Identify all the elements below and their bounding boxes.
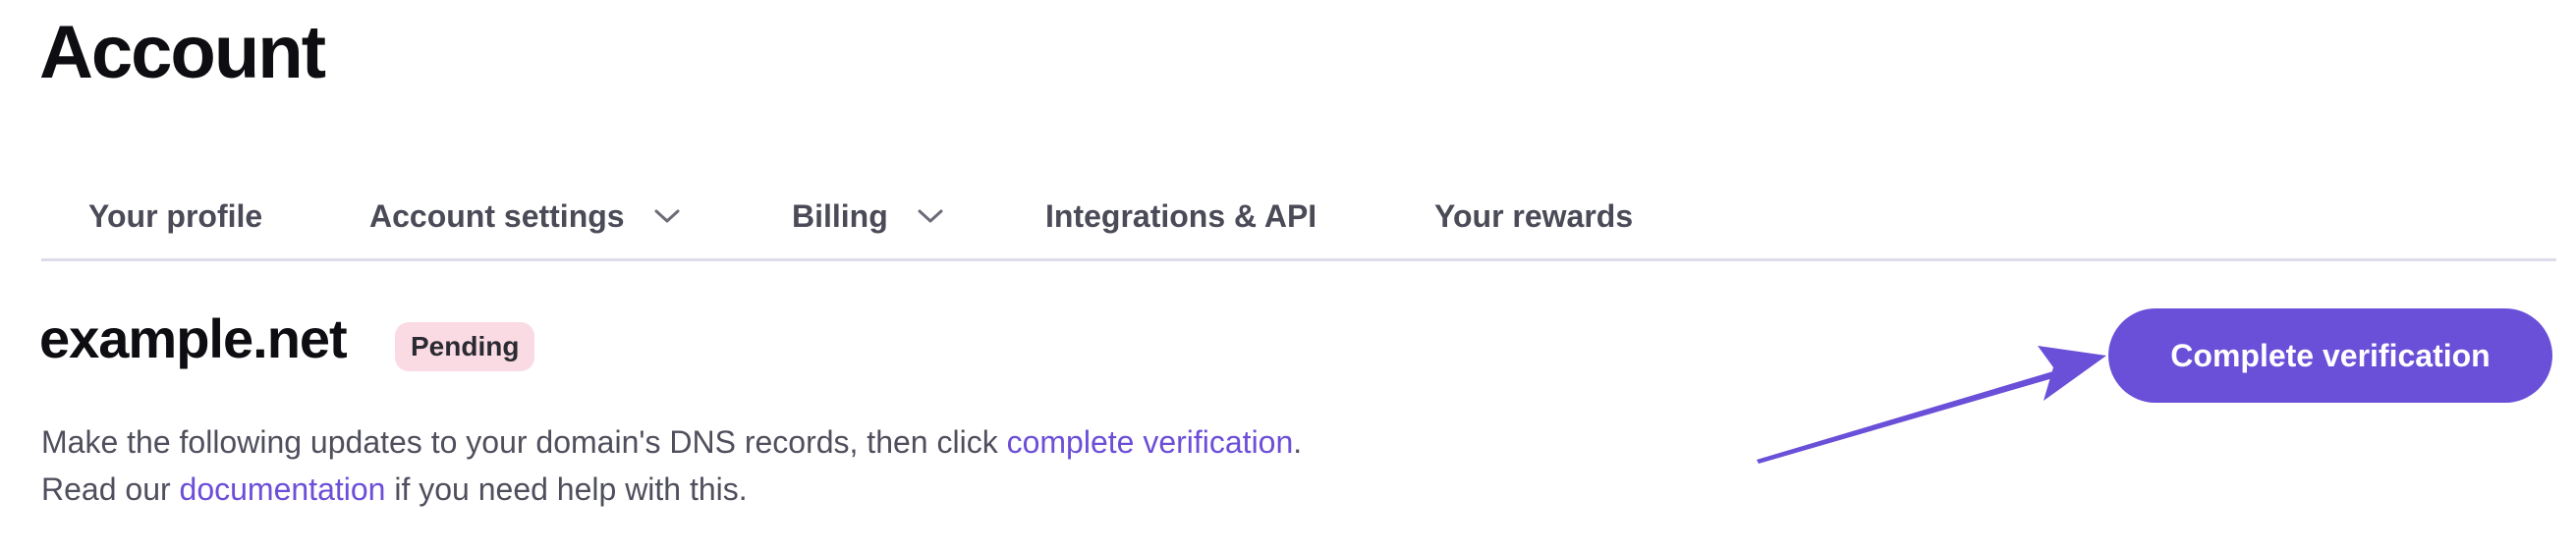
chevron-down-icon-svg [918,209,943,223]
instructions-line-1: Make the following updates to your domai… [41,418,1302,466]
tab-label: Account settings [369,197,625,234]
instructions-text: Make the following updates to your domai… [41,424,1007,460]
page-title: Account [39,11,326,94]
tab-label: Integrations & API [1045,197,1317,234]
arrow-pointer-icon [1757,346,2106,464]
chevron-down-icon [916,201,945,231]
documentation-link[interactable]: documentation [180,471,386,507]
domain-name: example.net [39,307,348,369]
status-badge: Pending [395,322,535,371]
tab-your-rewards[interactable]: Your rewards [1434,193,1633,240]
account-tabs: Your profile Account settings Billing In… [41,175,2556,261]
instructions-line-2: Read our documentation if you need help … [41,466,1302,513]
instructions-text: . [1293,424,1303,460]
instructions-text: Read our [41,471,180,507]
tab-label: Billing [792,197,888,234]
instructions-text: if you need help with this. [385,471,748,507]
complete-verification-link[interactable]: complete verification [1007,424,1294,460]
tab-label: Your rewards [1434,197,1634,234]
account-page: Account Your profile Account settings Bi… [0,0,2576,554]
chevron-down-icon-svg [654,209,680,223]
complete-verification-button[interactable]: Complete verification [2108,308,2552,403]
chevron-down-icon [652,201,682,231]
tab-integrations-api[interactable]: Integrations & API [1045,193,1316,240]
tab-account-settings[interactable]: Account settings [369,193,682,240]
arrow-shaft [1757,365,2073,464]
verification-instructions: Make the following updates to your domai… [41,418,1302,513]
tab-label: Your profile [88,197,263,234]
tab-billing[interactable]: Billing [792,193,945,240]
tab-your-profile[interactable]: Your profile [88,193,262,240]
